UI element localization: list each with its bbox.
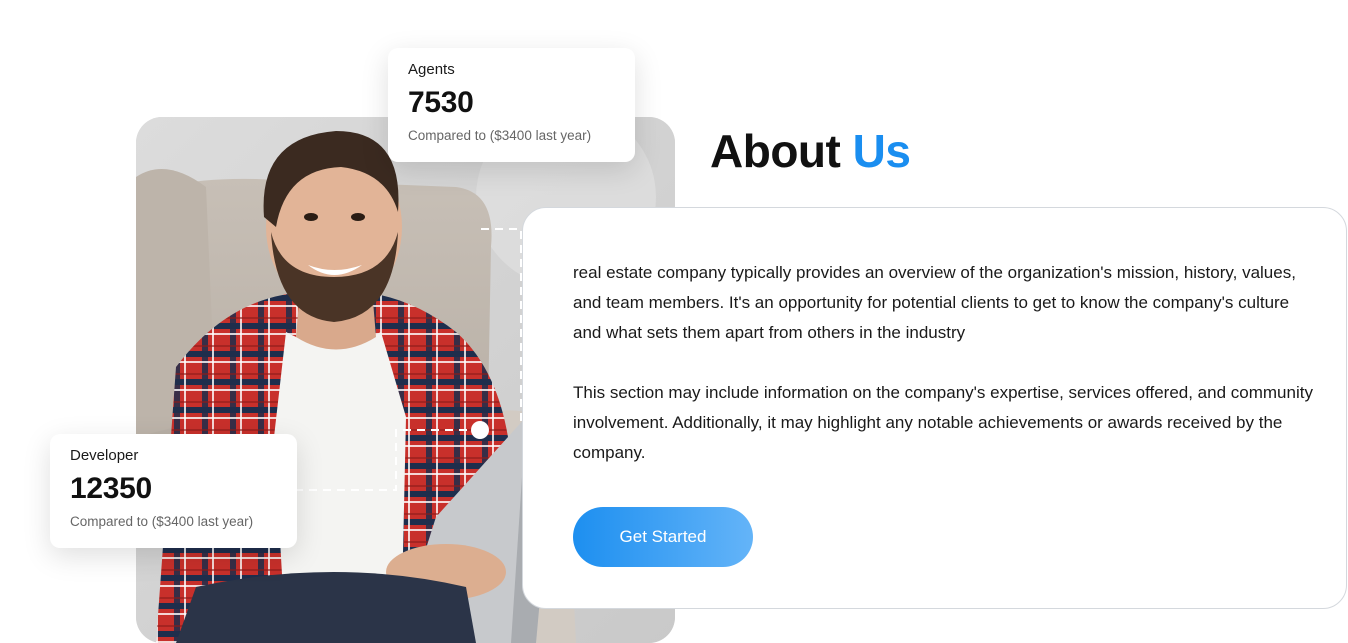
developer-stat-title: Developer: [70, 447, 139, 464]
about-paragraph-1: real estate company typically provides a…: [573, 263, 1296, 342]
section-heading: About Us: [710, 122, 911, 180]
agents-stat-title: Agents: [408, 61, 455, 78]
heading-accent: Us: [852, 125, 911, 177]
about-content-card: real estate company typically provides a…: [522, 207, 1347, 609]
agents-stat-value: 7530: [408, 86, 474, 119]
about-paragraph-2: This section may include information on …: [573, 383, 1313, 462]
about-section: Agents 7530 Compared to ($3400 last year…: [0, 0, 1348, 643]
heading-main: About: [710, 125, 841, 177]
developer-stat-card: Developer 12350 Compared to ($3400 last …: [50, 434, 297, 548]
agents-stat-note: Compared to ($3400 last year): [408, 128, 592, 143]
developer-stat-value: 12350: [70, 472, 152, 505]
agents-stat-card: Agents 7530 Compared to ($3400 last year…: [388, 48, 635, 162]
developer-stat-note: Compared to ($3400 last year): [70, 514, 254, 529]
get-started-button[interactable]: Get Started: [573, 507, 753, 567]
